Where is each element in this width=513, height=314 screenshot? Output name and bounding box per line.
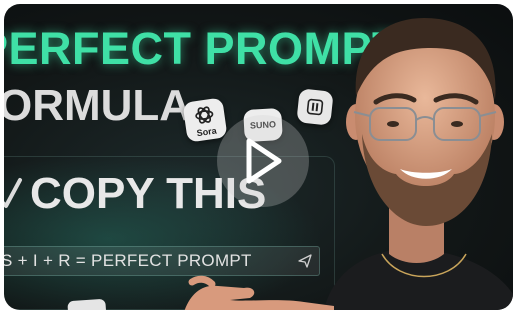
play-button[interactable] [217, 115, 309, 207]
video-thumbnail[interactable]: PERFECT PROMPT ORMULA Sora SUNO COPY THI… [4, 4, 513, 310]
sora-app-tile: Sora [182, 97, 228, 143]
pointing-hand [184, 275, 334, 310]
keyboard-key-tile [67, 298, 107, 310]
play-icon [246, 138, 282, 184]
presenter-photo [324, 18, 513, 310]
prompt-formula-text: S + I + R = PERFECT PROMPT [4, 251, 252, 270]
openai-logo-icon [195, 105, 214, 124]
sora-label: Sora [195, 125, 218, 138]
checkmark-icon [4, 178, 22, 208]
headline-line2: ORMULA [4, 81, 192, 130]
